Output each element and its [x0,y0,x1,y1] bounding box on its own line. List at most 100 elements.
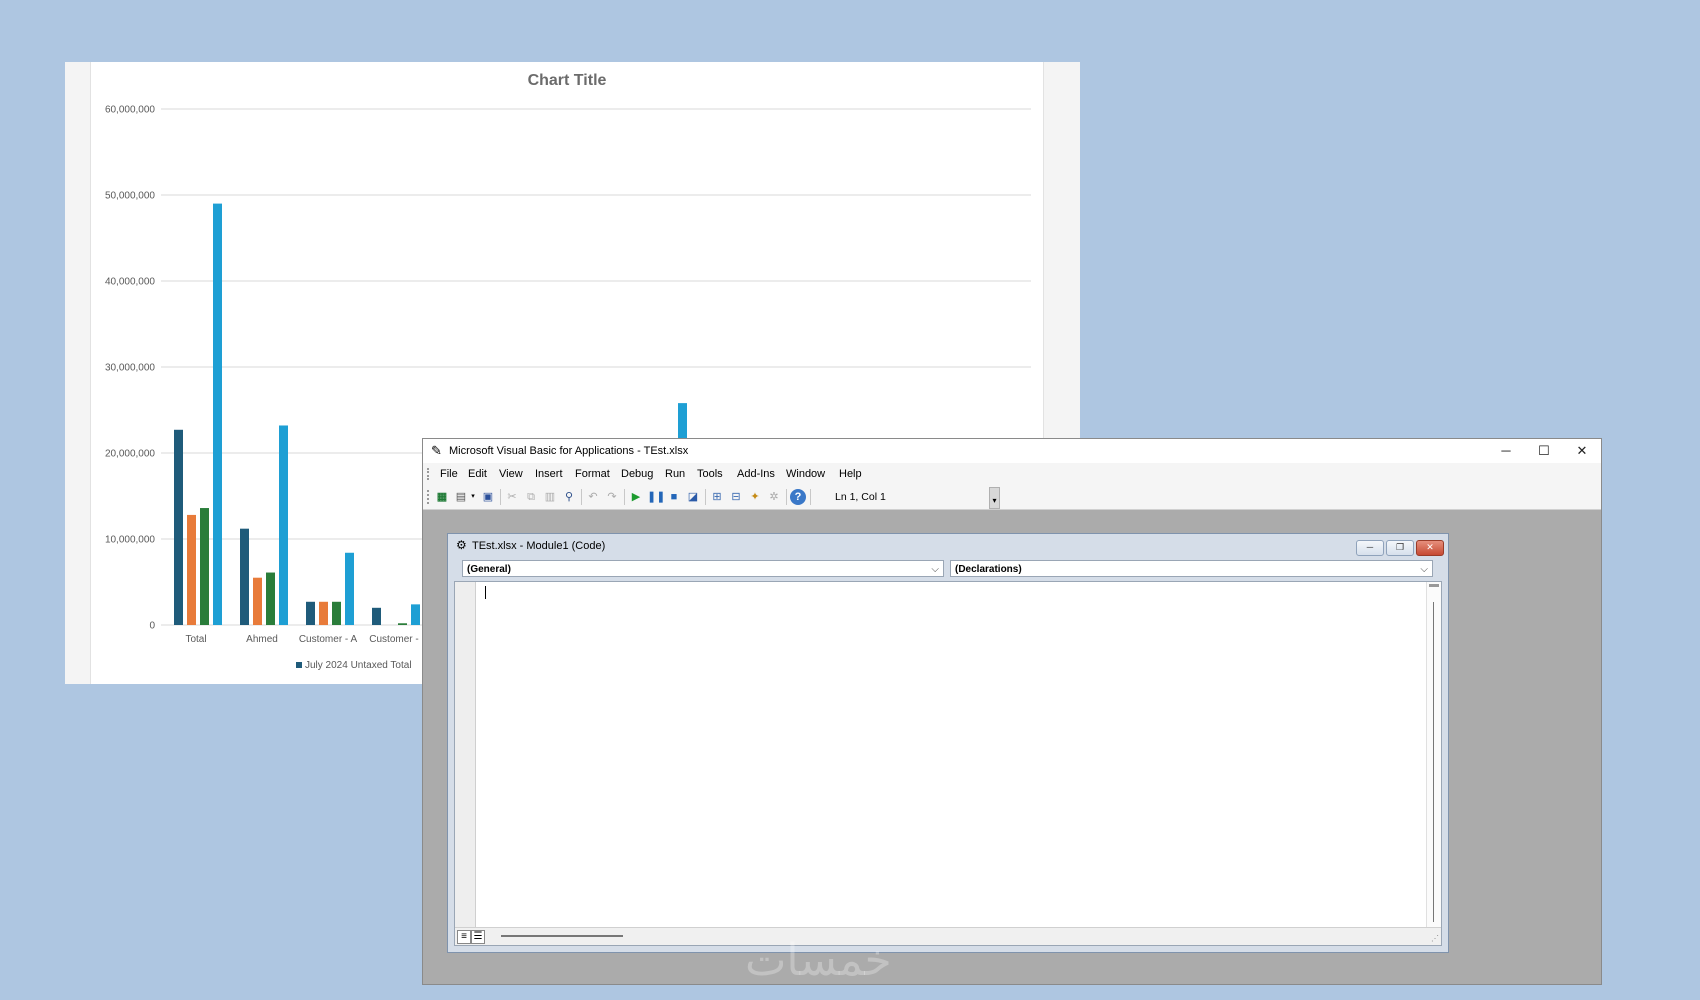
menu-format[interactable]: Format [575,468,610,480]
y-tick-label: 0 [149,621,155,632]
reset-icon[interactable]: ■ [666,489,682,505]
menu-add-ins[interactable]: Add-Ins [737,468,775,480]
paste-icon[interactable]: ▥ [542,489,558,505]
copy-icon[interactable]: ⧉ [523,489,539,505]
menu-debug[interactable]: Debug [621,468,653,480]
code-minimize-button[interactable]: ─ [1356,540,1384,556]
cursor-position: Ln 1, Col 1 [835,491,886,503]
x-tick-label: Customer - [369,634,418,645]
help-icon[interactable]: ? [790,489,806,505]
menu-file[interactable]: File [440,468,458,480]
x-tick-label: Total [185,634,206,645]
y-tick-label: 30,000,000 [105,363,155,374]
menubar-grip [427,468,431,480]
horizontal-scrollbar[interactable]: ≡ ☰ ⋰ [455,927,1441,945]
x-tick-label: Customer - A [299,634,358,645]
design-mode-icon[interactable]: ◪ [685,489,701,505]
menu-run[interactable]: Run [665,468,685,480]
menu-view[interactable]: View [499,468,523,480]
procedure-view-icon[interactable]: ≡ [457,930,471,944]
object-combobox-value: (General) [467,564,511,575]
bar [306,601,315,625]
toolbar-separator [581,489,582,505]
standard-toolbar: ▦ ▤ ▾ ▣ ✂ ⧉ ▥ ⚲ ↶ ↷ ▶ ❚❚ ■ ◪ ⊞ ⊟ ✦ ✲ ? L… [423,485,1601,510]
run-icon[interactable]: ▶ [628,489,644,505]
dropdown-arrow-icon[interactable]: ▾ [465,489,481,505]
module-icon: ⚙ [456,538,467,552]
vba-app-icon: ✎ [431,443,442,458]
menu-insert[interactable]: Insert [535,468,563,480]
toolbar-separator [810,489,811,505]
code-restore-button[interactable]: ❐ [1386,540,1414,556]
procedure-combobox-value: (Declarations) [955,564,1022,575]
bar [345,552,354,625]
object-browser-icon[interactable]: ✦ [747,489,763,505]
code-window-titlebar: ⚙ TEst.xlsx - Module1 (Code) ─ ❐ ✕ [448,534,1448,558]
bar [266,572,275,625]
toolbar-separator [624,489,625,505]
y-tick-label: 40,000,000 [105,277,155,288]
break-icon[interactable]: ❚❚ [647,489,665,505]
bar [411,604,420,625]
x-tick-label: Ahmed [246,634,278,645]
procedure-combobox[interactable]: (Declarations) ⌵ [950,560,1433,577]
code-editor[interactable]: ≡ ☰ ⋰ [454,581,1442,946]
code-close-button[interactable]: ✕ [1416,540,1444,556]
bar [200,508,209,625]
code-window: ⚙ TEst.xlsx - Module1 (Code) ─ ❐ ✕ (Gene… [447,533,1449,953]
menu-bar: File Edit View Insert Format Debug Run T… [423,463,1601,485]
y-tick-label: 10,000,000 [105,535,155,546]
chevron-down-icon[interactable]: ⌵ [931,561,939,578]
properties-window-icon[interactable]: ⊟ [728,489,744,505]
maximize-button[interactable]: ☐ [1525,439,1563,463]
bar [372,607,381,625]
find-icon[interactable]: ⚲ [561,489,577,505]
vertical-scrollbar[interactable] [1426,582,1441,929]
toolbar-separator [500,489,501,505]
bar [213,203,222,625]
vba-editor-window: ✎ Microsoft Visual Basic for Application… [422,438,1602,985]
bar [253,577,262,625]
code-window-title: TEst.xlsx - Module1 (Code) [472,540,606,552]
watermark: خمسات [745,935,892,986]
view-excel-icon[interactable]: ▦ [434,489,450,505]
menu-window[interactable]: Window [786,468,825,480]
save-icon[interactable]: ▣ [480,489,496,505]
bar [319,601,328,625]
bar [174,429,183,625]
bar [398,623,407,625]
project-explorer-icon[interactable]: ⊞ [709,489,725,505]
legend-marker [296,662,302,668]
bar [187,514,196,625]
text-caret [485,586,486,599]
window-title: Microsoft Visual Basic for Applications … [449,445,689,457]
toolbox-icon[interactable]: ✲ [766,489,782,505]
bar [279,425,288,625]
toolbar-separator [705,489,706,505]
margin-indicator-bar[interactable] [455,582,476,929]
undo-icon[interactable]: ↶ [585,489,601,505]
cut-icon[interactable]: ✂ [504,489,520,505]
y-tick-label: 60,000,000 [105,105,155,116]
chevron-down-icon[interactable]: ⌵ [1420,561,1428,578]
toolbar-grip [427,490,431,504]
toolbar-separator [786,489,787,505]
scrollbar-track[interactable] [1433,602,1434,922]
full-module-view-icon[interactable]: ☰ [471,930,485,944]
menu-edit[interactable]: Edit [468,468,487,480]
bar [332,601,341,625]
menu-help[interactable]: Help [839,468,862,480]
title-bar: ✎ Microsoft Visual Basic for Application… [423,439,1601,463]
split-bar[interactable] [1429,584,1439,587]
y-tick-label: 50,000,000 [105,191,155,202]
toolbar-overflow-icon[interactable]: ▾ [989,487,1000,509]
redo-icon[interactable]: ↷ [604,489,620,505]
legend-label: July 2024 Untaxed Total [305,660,412,671]
minimize-button[interactable]: ─ [1487,439,1525,463]
close-button[interactable]: ✕ [1563,439,1601,463]
menu-tools[interactable]: Tools [697,468,723,480]
resize-grip-icon[interactable]: ⋰ [1431,934,1439,943]
scrollbar-thumb[interactable] [501,935,623,937]
bar [240,528,249,625]
object-combobox[interactable]: (General) ⌵ [462,560,944,577]
